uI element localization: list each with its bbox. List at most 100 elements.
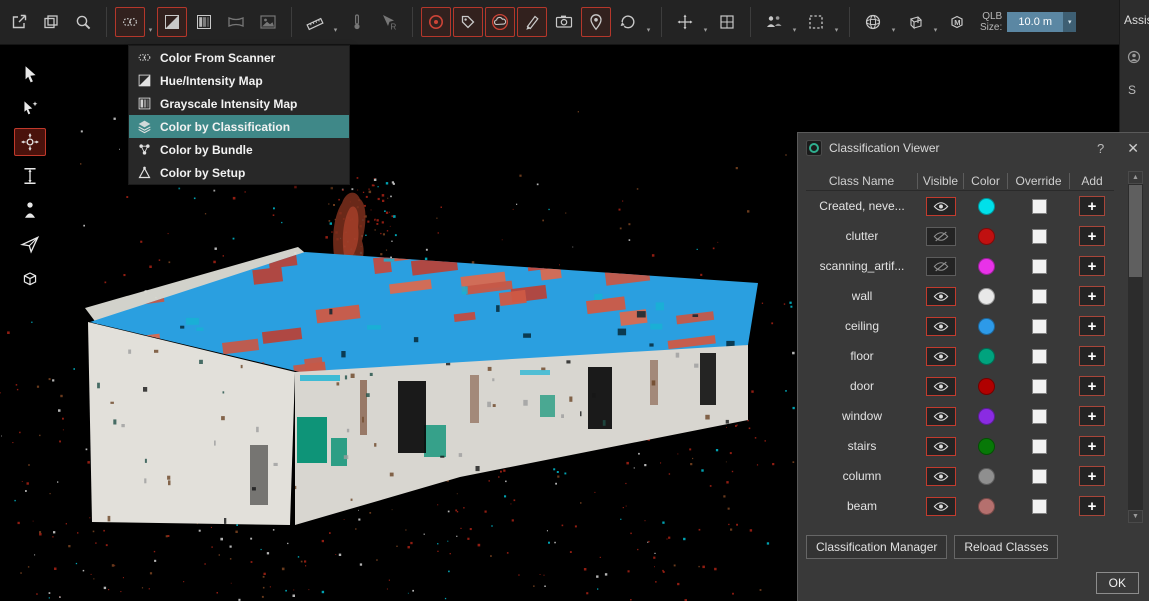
class-color-swatch[interactable] [978, 198, 995, 215]
visibility-off-eye-icon[interactable] [926, 257, 956, 276]
class-color-swatch[interactable] [978, 228, 995, 245]
visibility-on-eye-icon[interactable] [926, 317, 956, 336]
scrollbar-thumb[interactable] [1129, 185, 1142, 277]
color-mode-option-4[interactable]: Color by Bundle [129, 138, 349, 161]
scroll-down-icon[interactable]: ▼ [1128, 510, 1143, 523]
collaboration-button-caret-icon[interactable]: ▾ [790, 7, 799, 37]
temperature-button[interactable] [342, 7, 372, 37]
class-color-swatch[interactable] [978, 498, 995, 515]
ok-button[interactable]: OK [1096, 572, 1139, 594]
measure-button[interactable] [300, 7, 330, 37]
class-color-swatch[interactable] [978, 348, 995, 365]
view-3d-button[interactable] [858, 7, 888, 37]
wireframe-view-button[interactable] [900, 7, 930, 37]
class-color-swatch[interactable] [978, 258, 995, 275]
visibility-on-eye-icon[interactable] [926, 287, 956, 306]
color-from-scanner-button[interactable] [115, 7, 145, 37]
color-mode-option-5[interactable]: Color by Setup [129, 161, 349, 184]
add-to-class-button[interactable]: + [1079, 376, 1105, 396]
override-checkbox[interactable] [1032, 229, 1047, 244]
add-to-class-button[interactable]: + [1079, 256, 1105, 276]
add-to-class-button[interactable]: + [1079, 226, 1105, 246]
override-checkbox[interactable] [1032, 499, 1047, 514]
visibility-off-eye-icon[interactable] [926, 227, 956, 246]
visibility-on-eye-icon[interactable] [926, 197, 956, 216]
override-checkbox[interactable] [1032, 199, 1047, 214]
reload-classes-button[interactable]: Reload Classes [954, 535, 1058, 559]
transform-button-caret-icon[interactable]: ▾ [701, 7, 710, 37]
location-pin-button[interactable] [581, 7, 611, 37]
class-color-swatch[interactable] [978, 288, 995, 305]
class-color-swatch[interactable] [978, 468, 995, 485]
pano-view-button[interactable] [221, 7, 251, 37]
override-checkbox[interactable] [1032, 439, 1047, 454]
visibility-on-eye-icon[interactable] [926, 407, 956, 426]
orbit-mode-button-caret-icon[interactable]: ▾ [644, 7, 653, 37]
override-checkbox[interactable] [1032, 379, 1047, 394]
image-view-button[interactable] [253, 7, 283, 37]
grayscale-intensity-button[interactable] [189, 7, 219, 37]
clipping-box-tool[interactable] [14, 264, 46, 292]
class-color-swatch[interactable] [978, 408, 995, 425]
color-from-scanner-button-caret-icon[interactable]: ▾ [146, 7, 155, 37]
wireframe-view-button-caret-icon[interactable]: ▾ [931, 7, 940, 37]
add-to-class-button[interactable]: + [1079, 316, 1105, 336]
visibility-on-eye-icon[interactable] [926, 497, 956, 516]
override-checkbox[interactable] [1032, 289, 1047, 304]
qlb-size-caret-icon[interactable]: ▾ [1063, 12, 1076, 32]
target-marker-button[interactable] [421, 7, 451, 37]
select-tool[interactable] [14, 60, 46, 88]
override-checkbox[interactable] [1032, 469, 1047, 484]
collaboration-button[interactable] [759, 7, 789, 37]
class-table-scrollbar[interactable]: ▲ ▼ [1128, 171, 1143, 523]
fly-tool[interactable] [14, 230, 46, 258]
class-color-swatch[interactable] [978, 318, 995, 335]
height-measure-tool[interactable] [14, 162, 46, 190]
class-color-swatch[interactable] [978, 378, 995, 395]
visibility-on-eye-icon[interactable] [926, 467, 956, 486]
qlb-size-select[interactable]: 10.0 m ▾ [1007, 12, 1076, 32]
orbit-tool[interactable] [14, 128, 46, 156]
select-points-tool[interactable] [14, 94, 46, 122]
transform-button[interactable] [670, 7, 700, 37]
marker-pen-button[interactable] [517, 7, 547, 37]
selection-mode-button-caret-icon[interactable]: ▾ [832, 7, 841, 37]
hue-intensity-button[interactable] [157, 7, 187, 37]
add-to-class-button[interactable]: + [1079, 436, 1105, 456]
selection-mode-button[interactable] [801, 7, 831, 37]
qlb-size-value[interactable]: 10.0 m [1007, 12, 1063, 32]
measure-button-caret-icon[interactable]: ▾ [331, 7, 340, 37]
override-checkbox[interactable] [1032, 349, 1047, 364]
add-to-class-button[interactable]: + [1079, 286, 1105, 306]
add-to-class-button[interactable]: + [1079, 346, 1105, 366]
override-checkbox[interactable] [1032, 319, 1047, 334]
override-checkbox[interactable] [1032, 409, 1047, 424]
snapshot-button[interactable] [549, 7, 579, 37]
walkthrough-tool[interactable] [14, 196, 46, 224]
clone-view-button[interactable] [36, 7, 66, 37]
close-icon[interactable]: ✕ [1127, 140, 1139, 157]
assistant-panel-tab[interactable]: Assis S [1119, 0, 1149, 132]
add-to-class-button[interactable]: + [1079, 466, 1105, 486]
color-mode-option-0[interactable]: Color From Scanner [129, 46, 349, 69]
model-view-button[interactable]: M [942, 7, 972, 37]
tag-button[interactable] [453, 7, 483, 37]
color-mode-option-1[interactable]: Hue/Intensity Map [129, 69, 349, 92]
registration-button[interactable] [712, 7, 742, 37]
pick-point-button[interactable]: R [374, 7, 404, 37]
cloud-annotation-button[interactable] [485, 7, 515, 37]
visibility-on-eye-icon[interactable] [926, 347, 956, 366]
visibility-on-eye-icon[interactable] [926, 377, 956, 396]
color-mode-option-2[interactable]: Grayscale Intensity Map [129, 92, 349, 115]
scroll-up-icon[interactable]: ▲ [1128, 171, 1143, 184]
view-3d-button-caret-icon[interactable]: ▾ [889, 7, 898, 37]
override-checkbox[interactable] [1032, 259, 1047, 274]
visibility-on-eye-icon[interactable] [926, 437, 956, 456]
orbit-mode-button[interactable] [613, 7, 643, 37]
zoom-reset-button[interactable] [68, 7, 98, 37]
help-button[interactable]: ? [1097, 141, 1104, 156]
color-mode-option-3[interactable]: Color by Classification [129, 115, 349, 138]
classification-manager-button[interactable]: Classification Manager [806, 535, 947, 559]
add-to-class-button[interactable]: + [1079, 496, 1105, 516]
add-to-class-button[interactable]: + [1079, 196, 1105, 216]
